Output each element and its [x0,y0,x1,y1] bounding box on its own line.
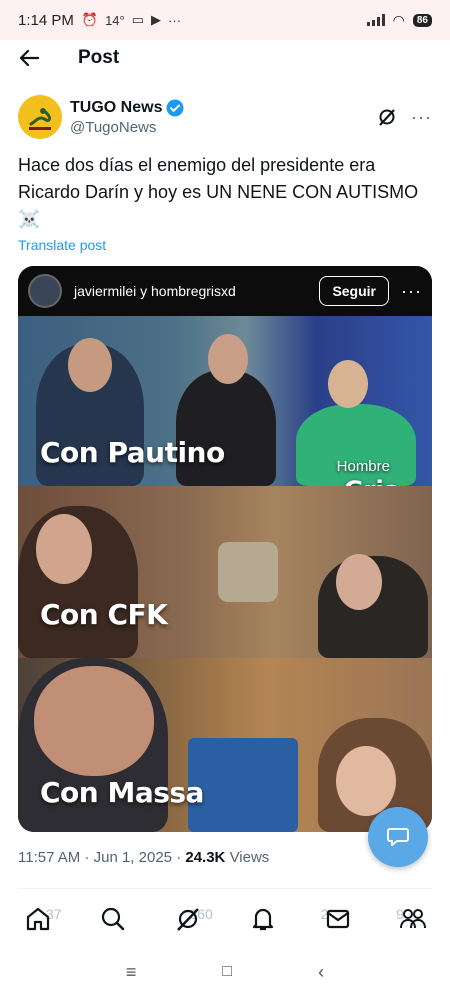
more-icon[interactable]: ··· [411,107,432,128]
battery-indicator: 86 [412,13,432,27]
system-back-icon[interactable]: ‹ [318,962,324,983]
hombre-label: Hombre [336,458,390,475]
post-date: Jun 1, 2025 [93,849,173,866]
back-arrow-icon [19,49,39,67]
skull-crossbones-emoji: ☠️ [18,209,41,229]
person-figure [34,666,154,776]
translate-link[interactable]: Translate post [18,237,106,253]
more-notifications-icon: ··· [168,12,182,28]
system-nav: ≡ □ ‹ [0,952,450,992]
avatar[interactable] [18,95,62,139]
bell-icon [252,908,273,931]
person-figure [188,738,298,832]
video-panel-3: Con Massa [18,658,432,832]
person-figure [328,360,368,408]
ig-usernames[interactable]: javiermilei y hombregrisxd [74,283,236,299]
person-figure [36,514,92,584]
page-title: Post [78,47,120,68]
post-time: 11:57 AM [18,849,81,866]
meta-separator: · [84,849,90,866]
panel-label-pautino: Con Pautino [40,436,225,469]
media-video[interactable]: javiermilei y hombregrisxd Seguir ··· Co… [18,266,432,832]
nav-communities[interactable] [393,899,433,939]
new-message-button[interactable] [368,807,428,867]
follow-button[interactable]: Seguir [319,276,390,306]
person-figure [336,554,382,610]
communities-icon [399,909,426,929]
views-count: 24.3K [185,849,226,866]
snake-logo-icon [29,108,51,130]
message-icon [387,828,409,846]
person-figure [208,334,248,384]
status-time: 1:14 PM [18,11,74,29]
bottom-nav [0,895,450,943]
wifi-icon: ◠ [392,11,405,28]
post-meta: 11:57 AM · Jun 1, 2025 · 24.3K Views [18,849,269,866]
video-panel-2: Con CFK [18,486,432,658]
recent-apps-icon[interactable]: ≡ [126,962,137,983]
tweet-body: Hace dos días el enemigo del presidente … [18,155,419,202]
search-icon [101,907,124,931]
nav-grok[interactable] [168,899,208,939]
mail-icon [326,909,349,929]
grok-icon [176,908,199,931]
youtube-icon: ▶ [151,12,162,27]
author-row: TUGO News @TugoNews ··· [18,93,432,141]
video-panel-1: Con Pautino Hombre Gris [18,316,432,486]
panel-label-massa: Con Massa [40,776,204,809]
alarm-icon: ⏰ [81,12,99,27]
person-figure [68,338,112,392]
panel-label-cfk: Con CFK [40,598,168,631]
gris-label: Gris [344,476,398,486]
tweet-text: Hace dos días el enemigo del presidente … [18,152,432,233]
notification-icon: ▭ [131,12,145,27]
signal-icon [366,14,385,26]
divider [18,888,432,889]
header: Post [0,40,450,76]
nav-home[interactable] [18,899,58,939]
ig-avatar[interactable] [28,274,62,308]
author-name[interactable]: TUGO News [70,99,162,117]
status-temp: 14° [105,12,125,28]
status-bar: 1:14 PM ⏰ 14° ▭ ▶ ··· ◠ 86 [0,0,450,40]
views-label: Views [229,849,270,866]
back-button[interactable] [14,43,44,73]
instagram-header: javiermilei y hombregrisxd Seguir ··· [18,266,432,316]
ig-more-icon[interactable]: ··· [401,281,422,302]
nav-notifications[interactable] [243,899,283,939]
home-square-icon[interactable]: □ [222,963,232,981]
grok-icon[interactable] [377,107,397,127]
home-icon [26,907,49,931]
author-handle[interactable]: @TugoNews [70,119,184,136]
verified-badge-icon [166,99,184,116]
nav-search[interactable] [93,899,133,939]
nav-messages[interactable] [318,899,358,939]
person-figure [218,542,278,602]
person-figure [336,746,396,816]
meta-separator: · [176,849,182,866]
